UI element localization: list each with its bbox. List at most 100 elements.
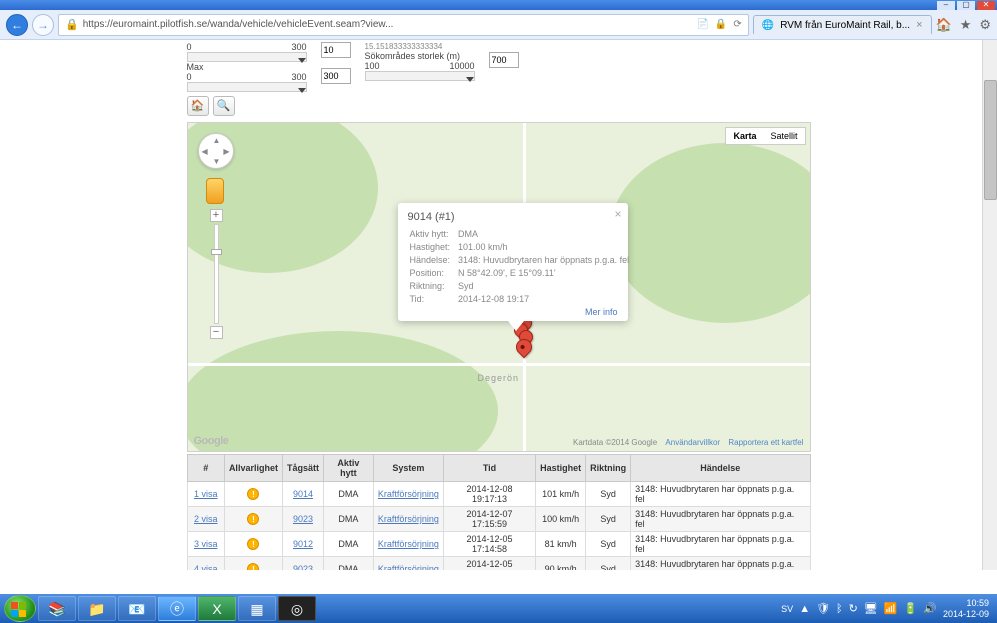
more-info-link[interactable]: Mer info — [585, 307, 618, 317]
row-speed: 90 km/h — [536, 557, 586, 571]
terms-link[interactable]: Användarvillkor — [665, 438, 720, 447]
col-system[interactable]: System — [373, 455, 443, 482]
browser-tab[interactable]: 🌐 RVM från EuroMaint Rail, b... × — [753, 15, 932, 34]
pan-down-icon[interactable]: ▼ — [213, 157, 221, 166]
row-visa-link[interactable]: 3 visa — [187, 532, 224, 557]
tray-wifi-icon[interactable]: 📶 — [884, 602, 898, 615]
sok-min: 100 — [365, 61, 380, 71]
row-trainset-link[interactable]: 9014 — [282, 482, 323, 507]
row-time: 2014-12-05 17:14:58 — [443, 532, 535, 557]
minimize-button[interactable]: – — [937, 1, 955, 10]
tray-flag-icon[interactable]: ▲ — [799, 603, 810, 615]
tray-battery-icon[interactable]: 🔋 — [904, 602, 918, 615]
row-system-link[interactable]: Kraftförsörjning — [373, 532, 443, 557]
row-system-link[interactable]: Kraftförsörjning — [373, 557, 443, 571]
row-system-link[interactable]: Kraftförsörjning — [373, 482, 443, 507]
tray-sync-icon[interactable]: ↻ — [849, 602, 858, 615]
zoom-slider[interactable] — [214, 224, 219, 324]
range-slider-1[interactable]: 0300 Max 0300 — [187, 42, 307, 92]
search-area-slider[interactable]: 15.151833333333334 Sökområdes storlek (m… — [365, 42, 475, 92]
info-title: 9014 (#1) — [408, 211, 618, 223]
col-time[interactable]: Tid — [443, 455, 535, 482]
info-key: Position: — [410, 268, 457, 279]
taskbar-ie-icon[interactable]: ⓔ — [158, 596, 196, 621]
report-link[interactable]: Rapportera ett kartfel — [728, 438, 803, 447]
map-terrain — [187, 331, 498, 452]
maximize-button[interactable]: ▢ — [957, 1, 975, 10]
tools-icon[interactable]: ⚙ — [979, 17, 991, 33]
zoom-out-button[interactable]: − — [210, 326, 223, 339]
row-visa-link[interactable]: 1 visa — [187, 482, 224, 507]
start-button[interactable] — [4, 595, 36, 622]
zoom-in-button[interactable]: + — [210, 209, 223, 222]
input-10[interactable] — [321, 42, 351, 58]
col-speed[interactable]: Hastighet — [536, 455, 586, 482]
tray-monitor-icon[interactable]: 🖥 — [864, 602, 878, 615]
row-system-link[interactable]: Kraftförsörjning — [373, 507, 443, 532]
address-bar[interactable]: 🔒 https://euromaint.pilotfish.se/wanda/v… — [58, 14, 749, 36]
row-direction: Syd — [586, 507, 631, 532]
home-icon[interactable]: 🏠 — [936, 17, 952, 33]
tray-bt-icon[interactable]: ᛒ — [836, 603, 843, 615]
col-direction[interactable]: Riktning — [586, 455, 631, 482]
page-scrollbar[interactable] — [982, 40, 997, 570]
taskbar-app-icon[interactable]: ▦ — [238, 596, 276, 621]
row-cab: DMA — [323, 507, 373, 532]
info-close-icon[interactable]: × — [614, 207, 621, 221]
input-700[interactable] — [489, 52, 519, 68]
window-titlebar: – ▢ ✕ — [0, 0, 997, 10]
slider-track-2[interactable] — [187, 82, 307, 92]
row-visa-link[interactable]: 4 visa — [187, 557, 224, 571]
taskbar-libraries-icon[interactable]: 📚 — [38, 596, 76, 621]
tray-shield-icon[interactable]: 🛡 — [816, 602, 830, 615]
tab-close-icon[interactable]: × — [916, 19, 922, 31]
pan-right-icon[interactable]: ▶ — [223, 147, 229, 156]
map-zoom: + − — [210, 209, 223, 339]
taskbar-outlook-icon[interactable]: 📧 — [118, 596, 156, 621]
map-canvas[interactable]: Degerön Karta Satellit ▲ ▼ ◀ ▶ + − × 901… — [187, 122, 811, 452]
scroll-thumb[interactable] — [984, 80, 997, 200]
col-event[interactable]: Händelse — [631, 455, 810, 482]
refresh-icon[interactable]: ⟳ — [733, 19, 741, 30]
taskbar-explorer-icon[interactable]: 📁 — [78, 596, 116, 621]
tray-clock[interactable]: 10:59 2014-12-09 — [943, 598, 993, 620]
forward-button[interactable]: → — [32, 14, 54, 36]
favorites-icon[interactable]: ★ — [960, 17, 972, 33]
pegman-icon[interactable] — [206, 178, 224, 204]
col-cab[interactable]: Aktiv hytt — [323, 455, 373, 482]
severity-icon: ! — [247, 538, 259, 550]
compat-icon[interactable]: 📄 — [696, 19, 708, 30]
tray-lang[interactable]: SV — [781, 604, 793, 614]
slider-track-3[interactable] — [365, 71, 475, 81]
pan-up-icon[interactable]: ▲ — [213, 136, 221, 145]
zoom-tool-icon[interactable]: 🔍 — [213, 96, 235, 116]
close-button[interactable]: ✕ — [977, 1, 995, 10]
row-trainset-link[interactable]: 9023 — [282, 557, 323, 571]
zoom-handle[interactable] — [211, 249, 222, 255]
ssl-icon[interactable]: 🔒 — [715, 19, 727, 30]
taskbar-excel-icon[interactable]: X — [198, 596, 236, 621]
info-val: 2014-12-08 19:17 — [458, 294, 635, 305]
row-trainset-link[interactable]: 9012 — [282, 532, 323, 557]
col-trainset[interactable]: Tågsätt — [282, 455, 323, 482]
pan-left-icon[interactable]: ◀ — [202, 147, 208, 156]
col-number[interactable]: # — [187, 455, 224, 482]
col-severity[interactable]: Allvarlighet — [224, 455, 282, 482]
taskbar: 📚 📁 📧 ⓔ X ▦ ◎ SV ▲ 🛡 ᛒ ↻ 🖥 📶 🔋 🔊 10:59 2… — [0, 594, 997, 623]
input-300[interactable] — [321, 68, 351, 84]
back-button[interactable]: ← — [6, 14, 28, 36]
row-visa-link[interactable]: 2 visa — [187, 507, 224, 532]
maptype-karta[interactable]: Karta — [726, 128, 763, 144]
tray-volume-icon[interactable]: 🔊 — [923, 602, 937, 615]
row-speed: 81 km/h — [536, 532, 586, 557]
sok-max: 10000 — [449, 61, 474, 71]
maptype-satellit[interactable]: Satellit — [763, 128, 804, 144]
row-trainset-link[interactable]: 9023 — [282, 507, 323, 532]
slider-track[interactable] — [187, 52, 307, 62]
row-direction: Syd — [586, 557, 631, 571]
home-tool-icon[interactable]: 🏠 — [187, 96, 209, 116]
lock-icon: 🔒 — [65, 18, 79, 31]
info-key: Händelse: — [410, 255, 457, 266]
taskbar-lens-icon[interactable]: ◎ — [278, 596, 316, 621]
map-info-window: × 9014 (#1) Aktiv hytt:DMAHastighet:101.… — [398, 203, 628, 321]
